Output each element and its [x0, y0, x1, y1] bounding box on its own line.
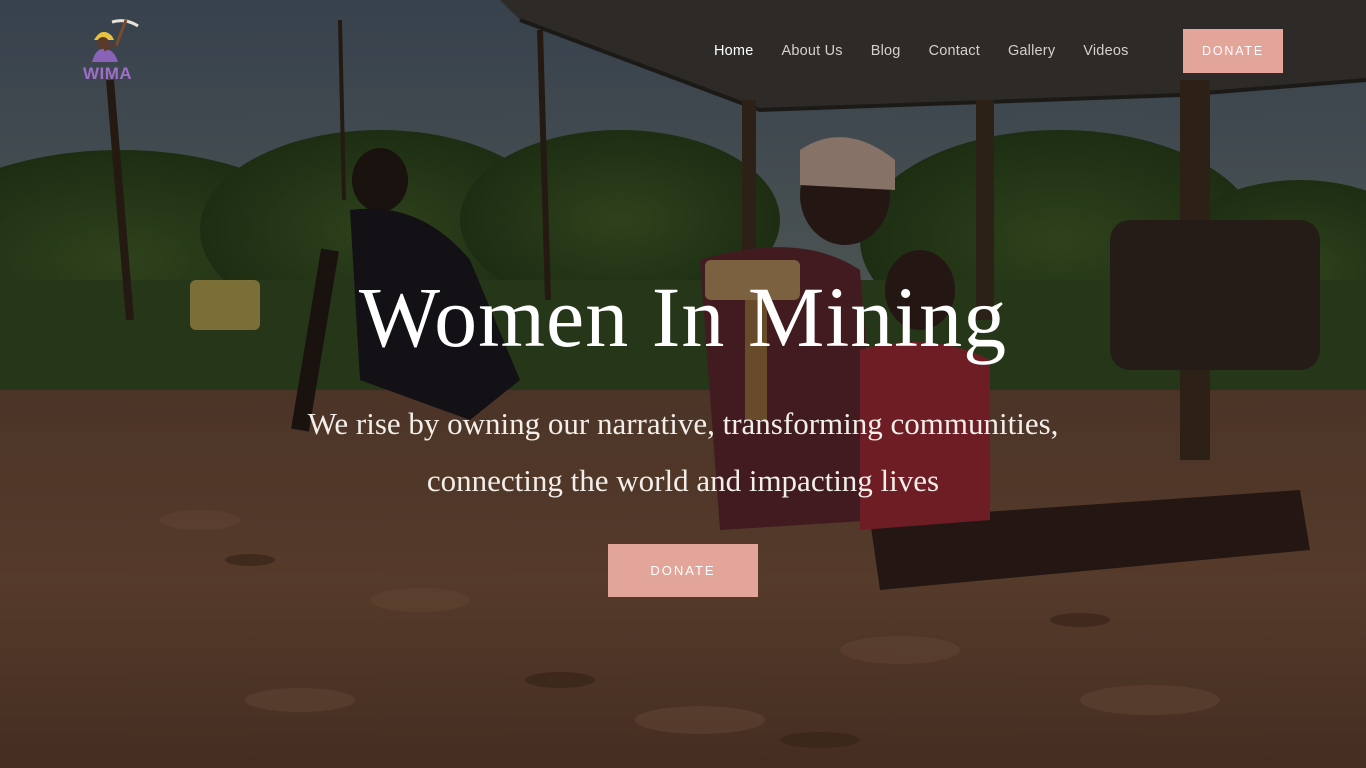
- miner-with-pickaxe-icon: [92, 19, 139, 62]
- nav-item-about-us[interactable]: About Us: [781, 43, 842, 59]
- nav-item-blog[interactable]: Blog: [871, 43, 901, 59]
- nav-item-videos[interactable]: Videos: [1083, 43, 1128, 59]
- hero-donate-button[interactable]: DONATE: [608, 544, 758, 597]
- nav-item-home[interactable]: Home: [714, 43, 753, 59]
- nav-donate-button[interactable]: DONATE: [1183, 29, 1283, 73]
- hero-section: WIMA Home About Us Blog Contact Gallery …: [0, 0, 1366, 768]
- hero-dark-overlay: [0, 0, 1366, 768]
- hero-subtitle: We rise by owning our narrative, transfo…: [307, 406, 1059, 498]
- wima-logo[interactable]: WIMA: [82, 16, 144, 88]
- hero-title: Women In Mining: [358, 269, 1008, 365]
- logo-text: WIMA: [83, 64, 133, 83]
- nav-item-contact[interactable]: Contact: [929, 43, 980, 59]
- main-nav: Home About Us Blog Contact Gallery Video…: [700, 40, 1143, 62]
- nav-item-gallery[interactable]: Gallery: [1008, 43, 1055, 59]
